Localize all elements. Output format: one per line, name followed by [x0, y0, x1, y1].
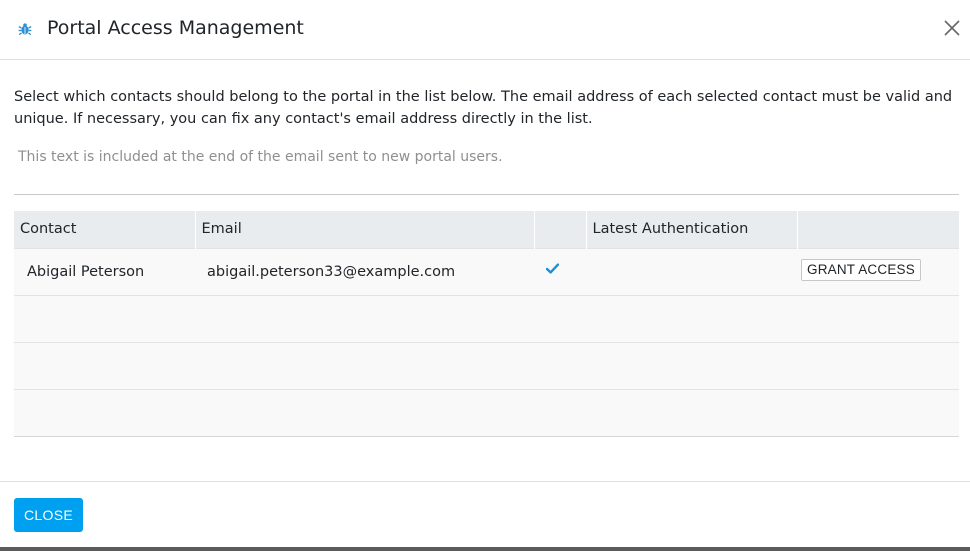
divider — [14, 194, 959, 195]
dialog-title: Portal Access Management — [47, 17, 304, 39]
table-row[interactable]: Abigail Peterson abigail.peterson33@exam… — [14, 247, 959, 295]
intro-text: Select which contacts should belong to t… — [14, 89, 953, 127]
bug-icon — [18, 23, 32, 36]
contacts-table: Contact Email Latest Authentication Abig… — [14, 211, 959, 437]
dialog-header: Portal Access Management — [0, 0, 970, 60]
in-portal-cell[interactable] — [534, 247, 586, 295]
checkmark-icon — [546, 263, 559, 274]
empty-row — [14, 341, 959, 389]
close-button[interactable]: CLOSE — [14, 498, 83, 532]
close-icon[interactable] — [941, 17, 963, 39]
contact-name-cell[interactable]: Abigail Peterson — [14, 247, 195, 295]
table-header-row: Contact Email Latest Authentication — [14, 211, 959, 248]
portal-access-dialog: Portal Access Management Select which co… — [0, 0, 970, 547]
empty-row — [14, 388, 959, 437]
dialog-footer: CLOSE — [0, 481, 970, 547]
email-cell[interactable]: abigail.peterson33@example.com — [195, 247, 534, 295]
backdrop — [0, 547, 970, 551]
action-cell: GRANT ACCESS — [797, 247, 959, 295]
column-header-email[interactable]: Email — [195, 211, 535, 248]
column-header-in-portal[interactable] — [534, 211, 587, 248]
latest-authentication-cell — [586, 247, 797, 295]
empty-row — [14, 294, 959, 342]
column-header-latest-authentication[interactable]: Latest Authentication — [586, 211, 798, 248]
grant-access-button[interactable]: GRANT ACCESS — [801, 259, 921, 281]
column-header-actions — [797, 211, 959, 248]
column-header-contact[interactable]: Contact — [14, 211, 196, 248]
welcome-message-placeholder[interactable]: This text is included at the end of the … — [18, 149, 503, 165]
